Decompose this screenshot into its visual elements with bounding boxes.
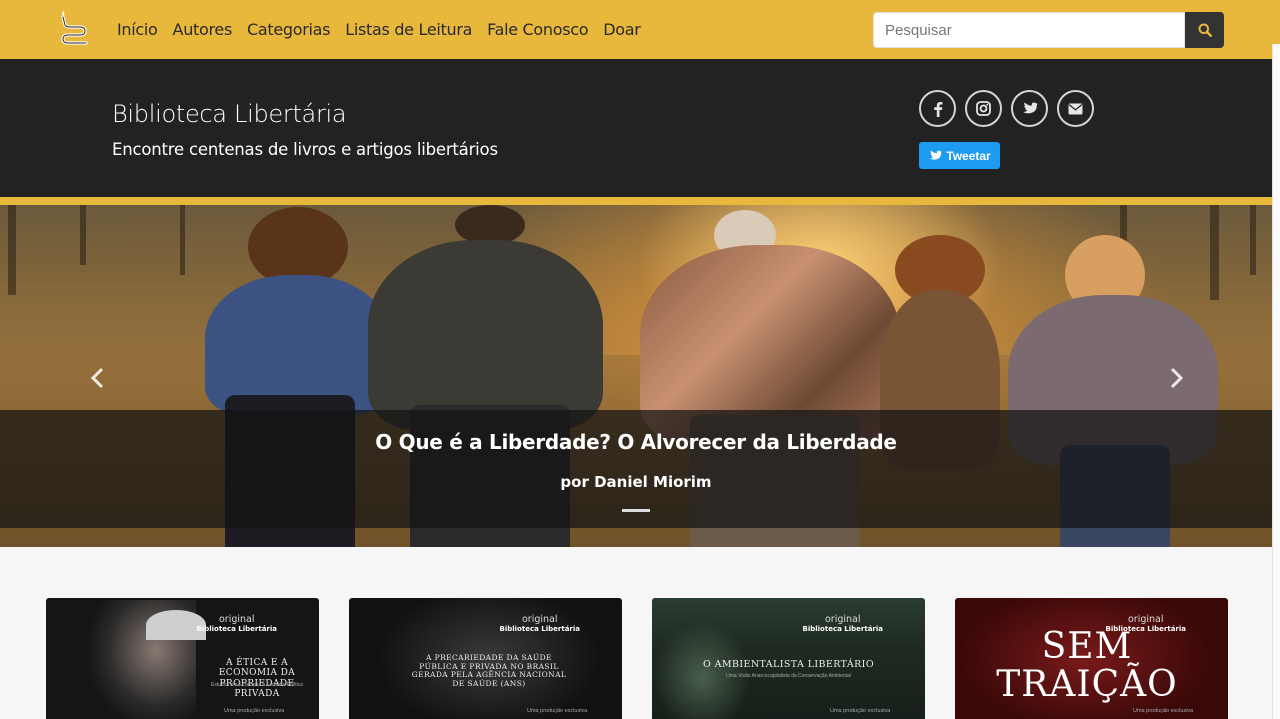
featured-cards: original Biblioteca Libertária A ÉTICA E… — [46, 598, 1228, 719]
card-production-label: Uma produção exclusiva — [527, 708, 588, 714]
carousel-prev-button[interactable] — [88, 365, 108, 391]
search-form — [873, 12, 1224, 48]
twitter-icon — [929, 150, 943, 160]
carousel-next-button[interactable] — [1166, 365, 1186, 391]
site-title: Biblioteca Libertária — [112, 100, 347, 128]
twitter-icon — [1022, 101, 1038, 113]
nav-link-inicio[interactable]: Início — [117, 20, 158, 39]
twitter-button[interactable] — [1011, 90, 1048, 127]
email-button[interactable] — [1057, 90, 1094, 127]
card-title: O AMBIENTALISTA LIBERTÁRIO — [702, 659, 875, 670]
nav-link-categorias[interactable]: Categorias — [247, 20, 331, 39]
tweet-label: Tweetar — [946, 148, 991, 163]
site-header: Biblioteca Libertária Encontre centenas … — [0, 59, 1272, 197]
card-original-badge: original Biblioteca Libertária — [499, 614, 580, 633]
nav-link-listas-de-leitura[interactable]: Listas de Leitura — [345, 20, 472, 39]
facebook-button[interactable] — [919, 90, 956, 127]
search-icon — [1198, 23, 1212, 37]
card-production-label: Uma produção exclusiva — [1133, 708, 1194, 714]
card-title: SEM TRAIÇÃO — [996, 626, 1178, 705]
top-navbar: Início Autores Categorias Listas de Leit… — [0, 0, 1280, 59]
search-input[interactable] — [873, 12, 1185, 48]
header-divider — [0, 197, 1272, 205]
card-production-label: Uma produção exclusiva — [224, 708, 285, 714]
facebook-icon — [933, 101, 942, 117]
envelope-icon — [1068, 103, 1083, 114]
social-links — [919, 90, 1094, 127]
card-sem-traicao[interactable]: original Biblioteca Libertária SEM TRAIÇ… — [955, 598, 1228, 719]
chevron-left-icon — [90, 367, 104, 389]
card-precariedade-saude[interactable]: original Biblioteca Libertária A PRECARI… — [349, 598, 622, 719]
hero-carousel: O Que é a Liberdade? O Alvorecer da Libe… — [0, 205, 1272, 547]
card-title: A ÉTICA E A ECONOMIA DA PROPRIEDADE PRIV… — [218, 658, 296, 700]
hero-author: por Daniel Miorim — [560, 473, 712, 491]
card-ambientalista-libertario[interactable]: original Biblioteca Libertária O AMBIENT… — [652, 598, 925, 719]
page-scrollbar[interactable] — [1272, 44, 1280, 719]
instagram-icon — [976, 101, 991, 116]
card-subtitle: Uma Visão Anarcocapitalista da Conservaç… — [726, 673, 851, 679]
card-original-badge: original Biblioteca Libertária — [802, 614, 883, 633]
site-subtitle: Encontre centenas de livros e artigos li… — [112, 140, 498, 159]
site-logo[interactable] — [58, 11, 90, 47]
nav-links: Início Autores Categorias Listas de Leit… — [117, 0, 641, 59]
search-button[interactable] — [1185, 12, 1224, 48]
card-subtitle: Estudos em Economia e Filosofia Política — [211, 682, 303, 688]
nav-link-doar[interactable]: Doar — [603, 20, 641, 39]
card-production-label: Uma produção exclusiva — [830, 708, 891, 714]
card-etica-economia[interactable]: original Biblioteca Libertária A ÉTICA E… — [46, 598, 319, 719]
tweet-button[interactable]: Tweetar — [919, 142, 1000, 169]
carousel-indicator[interactable] — [622, 509, 650, 512]
instagram-button[interactable] — [965, 90, 1002, 127]
card-title: A PRECARIEDADE DA SAÚDE PÚBLICA E PRIVAD… — [411, 653, 567, 688]
nav-link-autores[interactable]: Autores — [173, 20, 233, 39]
card-original-badge: original Biblioteca Libertária — [196, 614, 277, 633]
chevron-right-icon — [1170, 367, 1184, 389]
nav-link-fale-conosco[interactable]: Fale Conosco — [487, 20, 588, 39]
hero-title[interactable]: O Que é a Liberdade? O Alvorecer da Libe… — [0, 430, 1272, 454]
